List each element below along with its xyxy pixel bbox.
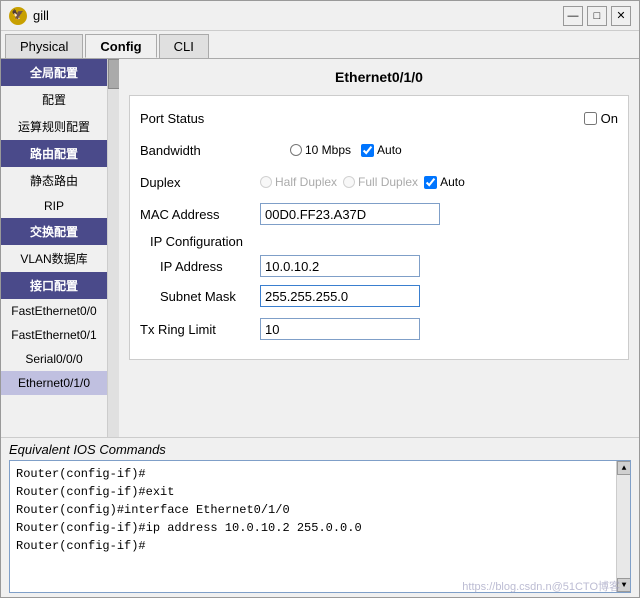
equivalent-ios-label: Equivalent IOS Commands bbox=[9, 442, 631, 457]
sidebar-item-fastethernet01[interactable]: FastEthernet0/1 bbox=[1, 323, 107, 347]
mac-address-controls bbox=[260, 203, 618, 225]
content-area: Ethernet0/1/0 Port Status On Bandwidth bbox=[119, 59, 639, 437]
bandwidth-auto-checkbox[interactable] bbox=[361, 144, 374, 157]
console-scrollbar[interactable]: ▲ ▼ bbox=[616, 461, 630, 592]
close-button[interactable]: ✕ bbox=[611, 6, 631, 26]
subnet-mask-label: Subnet Mask bbox=[160, 289, 260, 304]
port-status-checkbox[interactable] bbox=[584, 112, 597, 125]
bandwidth-auto-option[interactable]: Auto bbox=[361, 143, 402, 157]
console-line-3: Router(config)#interface Ethernet0/1/0 bbox=[16, 501, 612, 519]
ip-address-label: IP Address bbox=[160, 259, 260, 274]
half-duplex-option[interactable]: Half Duplex bbox=[260, 175, 337, 189]
mac-address-label: MAC Address bbox=[140, 207, 260, 222]
interface-form: Port Status On Bandwidth bbox=[129, 95, 629, 360]
full-duplex-option[interactable]: Full Duplex bbox=[343, 175, 418, 189]
sidebar-item-static-routing[interactable]: 静态路由 bbox=[1, 167, 107, 194]
app-icon: 🦅 bbox=[9, 7, 27, 25]
auto-duplex-checkbox[interactable] bbox=[424, 176, 437, 189]
port-status-label: Port Status bbox=[140, 111, 260, 126]
port-status-row: Port Status On bbox=[140, 106, 618, 130]
tab-bar: Physical Config CLI bbox=[1, 31, 639, 59]
console-area[interactable]: Router(config-if)# Router(config-if)#exi… bbox=[9, 460, 631, 593]
sidebar-scrollbar[interactable] bbox=[107, 59, 119, 437]
console-line-4: Router(config-if)#ip address 10.0.10.2 2… bbox=[16, 519, 612, 537]
bandwidth-row: Bandwidth 10 Mbps Auto bbox=[140, 138, 618, 162]
bandwidth-label: Bandwidth bbox=[140, 143, 260, 158]
sidebar-content: 全局配置 配置 运算规则配置 路由配置 静态路由 RIP 交换配 bbox=[1, 59, 107, 395]
duplex-row: Duplex Half Duplex Full Duplex Auto bbox=[140, 170, 618, 194]
tx-ring-limit-input[interactable] bbox=[260, 318, 420, 340]
sidebar-item-rip[interactable]: RIP bbox=[1, 194, 107, 218]
main-window: 🦅 gill — □ ✕ Physical Config CLI 全局配置 bbox=[0, 0, 640, 598]
sidebar-item-vlan-db[interactable]: VLAN数据库 bbox=[1, 245, 107, 272]
ip-address-input[interactable] bbox=[260, 255, 420, 277]
title-bar: 🦅 gill — □ ✕ bbox=[1, 1, 639, 31]
window-title: gill bbox=[33, 8, 49, 23]
tab-cli[interactable]: CLI bbox=[159, 34, 209, 58]
sidebar-item-switch-config[interactable]: 交换配置 bbox=[1, 218, 107, 245]
mac-address-input[interactable] bbox=[260, 203, 440, 225]
sidebar-item-global-config[interactable]: 全局配置 bbox=[1, 59, 107, 86]
bandwidth-10mbps-radio[interactable] bbox=[290, 144, 302, 156]
tab-config[interactable]: Config bbox=[85, 34, 156, 58]
title-bar-left: 🦅 gill bbox=[9, 7, 49, 25]
port-status-on-label: On bbox=[601, 111, 618, 126]
duplex-label: Duplex bbox=[140, 175, 260, 190]
window-controls: — □ ✕ bbox=[563, 6, 631, 26]
maximize-button[interactable]: □ bbox=[587, 6, 607, 26]
minimize-button[interactable]: — bbox=[563, 6, 583, 26]
sidebar-item-serial000[interactable]: Serial0/0/0 bbox=[1, 347, 107, 371]
sidebar-item-routing-rules[interactable]: 运算规则配置 bbox=[1, 113, 107, 140]
subnet-mask-row: Subnet Mask bbox=[160, 285, 618, 307]
sidebar-item-routing-config[interactable]: 路由配置 bbox=[1, 140, 107, 167]
watermark: https://blog.csdn.n@51CTO博客 bbox=[462, 578, 620, 594]
ip-config-label: IP Configuration bbox=[150, 234, 618, 249]
tab-physical[interactable]: Physical bbox=[5, 34, 83, 58]
bottom-area: Equivalent IOS Commands Router(config-if… bbox=[1, 437, 639, 597]
full-duplex-radio[interactable] bbox=[343, 176, 355, 188]
interface-title: Ethernet0/1/0 bbox=[129, 69, 629, 85]
ip-config-section: IP Configuration IP Address Subnet Mask bbox=[140, 234, 618, 307]
console-line-1: Router(config-if)# bbox=[16, 465, 612, 483]
sidebar: 全局配置 配置 运算规则配置 路由配置 静态路由 RIP 交换配 bbox=[1, 59, 119, 437]
sidebar-item-interface-config[interactable]: 接口配置 bbox=[1, 272, 107, 299]
subnet-mask-input[interactable] bbox=[260, 285, 420, 307]
duplex-controls: Half Duplex Full Duplex Auto bbox=[260, 175, 618, 189]
tx-ring-limit-label: Tx Ring Limit bbox=[140, 322, 260, 337]
port-status-controls: On bbox=[260, 111, 618, 126]
sidebar-item-ethernet010[interactable]: Ethernet0/1/0 bbox=[1, 371, 107, 395]
main-area: 全局配置 配置 运算规则配置 路由配置 静态路由 RIP 交换配 bbox=[1, 59, 639, 437]
half-duplex-radio[interactable] bbox=[260, 176, 272, 188]
sidebar-item-fastethernet00[interactable]: FastEthernet0/0 bbox=[1, 299, 107, 323]
bandwidth-10mbps-option[interactable]: 10 Mbps bbox=[290, 143, 351, 157]
tx-ring-limit-row: Tx Ring Limit bbox=[140, 317, 618, 341]
ip-address-row: IP Address bbox=[160, 255, 618, 277]
console-line-5: Router(config-if)# bbox=[16, 537, 612, 555]
sidebar-scroll-thumb[interactable] bbox=[108, 59, 119, 89]
mac-address-row: MAC Address bbox=[140, 202, 618, 226]
sidebar-item-config[interactable]: 配置 bbox=[1, 86, 107, 113]
console-line-2: Router(config-if)#exit bbox=[16, 483, 612, 501]
bandwidth-controls: 10 Mbps Auto bbox=[260, 143, 618, 157]
scroll-up-arrow[interactable]: ▲ bbox=[617, 461, 631, 475]
auto-duplex-option[interactable]: Auto bbox=[424, 175, 465, 189]
